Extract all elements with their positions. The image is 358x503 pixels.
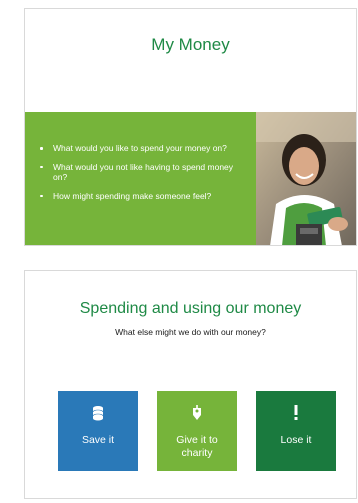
slide-title: My Money: [151, 35, 230, 54]
slide-my-money: My Money What would you like to spend yo…: [24, 8, 357, 246]
questions-panel: What would you like to spend your money …: [25, 112, 256, 245]
question-item: What would you not like having to spend …: [37, 162, 247, 183]
slide-spending: Spending and using our money What else m…: [24, 270, 357, 499]
coin-stack-icon: [58, 405, 138, 421]
question-list: What would you like to spend your money …: [37, 143, 247, 209]
slide-subtitle: What else might we do with our money?: [115, 327, 266, 337]
tile-label: Lose it: [280, 434, 312, 446]
tile-label: Save it: [81, 434, 115, 446]
save-it-tile: Save it: [58, 391, 138, 471]
lose-it-tile: Lose it: [256, 391, 336, 471]
slide-title: Spending and using our money: [79, 300, 302, 317]
charity-tag-icon: [157, 405, 237, 421]
tile-label: Give it to charity: [176, 434, 218, 459]
exclamation-icon: [256, 405, 336, 421]
question-item: What would you like to spend your money …: [37, 143, 247, 154]
give-to-charity-tile: Give it to charity: [157, 391, 237, 471]
shop-assistant-photo: [256, 112, 356, 245]
question-item: How might spending make someone feel?: [37, 191, 247, 202]
